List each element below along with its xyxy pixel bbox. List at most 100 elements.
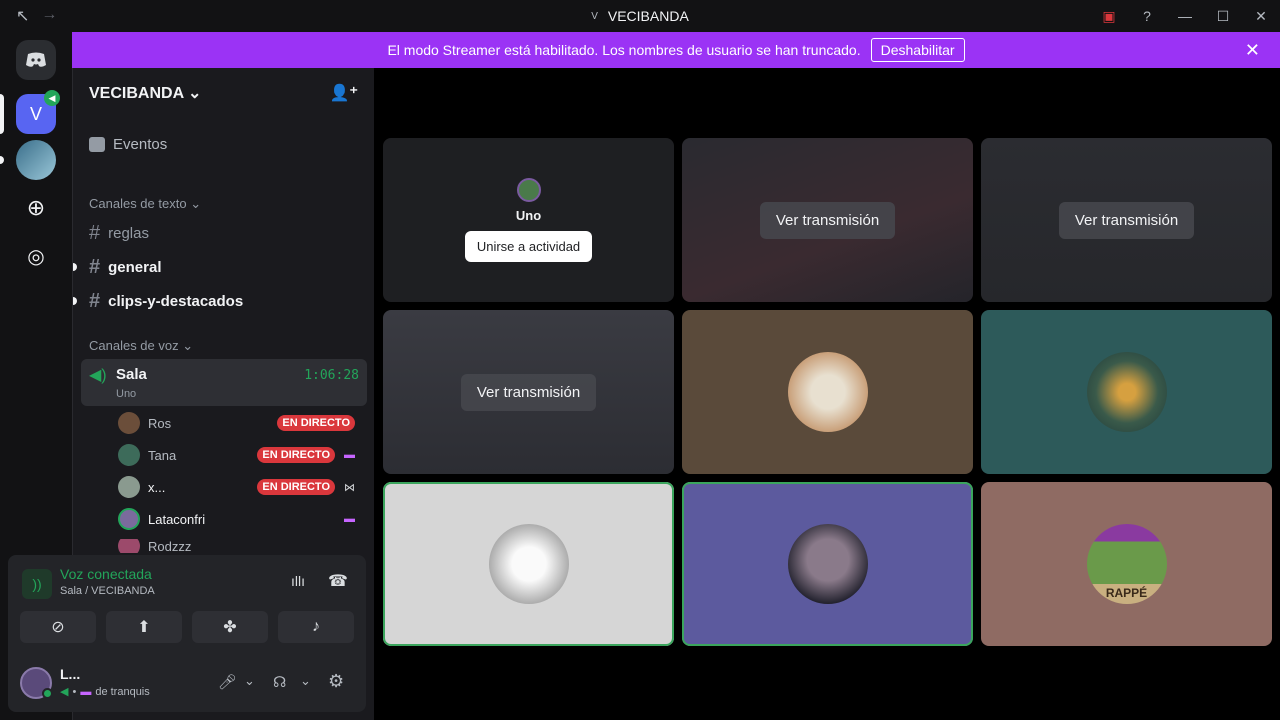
signal-icon: )): [22, 569, 52, 599]
voice-user-ros[interactable]: Ros EN DIRECTO: [118, 411, 363, 435]
noise-suppression-icon[interactable]: ıllı: [291, 573, 305, 589]
server-header[interactable]: VECIBANDA ⌄ 👤⁺: [73, 68, 374, 118]
text-category[interactable]: Canales de texto ⌄: [89, 196, 201, 212]
user-tile-speaking[interactable]: [682, 482, 973, 646]
voice-panel: )) Voz conectada Sala / VECIBANDA ıllı ☎…: [8, 555, 366, 712]
avatar: [118, 508, 140, 530]
muted-icon: ⋈: [344, 481, 355, 494]
discord-home-icon[interactable]: [16, 40, 56, 80]
activity-avatar: [516, 178, 541, 202]
stream-tile[interactable]: Ver transmisión: [383, 310, 674, 474]
voice-user-name: Lataconfri: [148, 511, 206, 527]
activity-tile[interactable]: Uno Unirse a actividad: [383, 138, 674, 302]
disconnect-icon[interactable]: ☎: [328, 571, 348, 591]
camera-off-button[interactable]: ⊘: [20, 611, 96, 643]
unread-indicator: [73, 263, 77, 271]
voice-timer: 1:06:28: [304, 368, 359, 383]
events-label: Eventos: [113, 136, 168, 153]
hash-icon: #: [89, 290, 101, 312]
inbox-icon[interactable]: ▣: [1090, 8, 1128, 25]
window-title-text: VECIBANDA: [607, 8, 689, 24]
voice-category-label: Canales de voz: [89, 338, 179, 353]
voice-category[interactable]: Canales de voz ⌄: [89, 338, 193, 354]
stream-tile[interactable]: Ver transmisión: [981, 138, 1272, 302]
join-activity-button[interactable]: Unirse a actividad: [464, 231, 593, 262]
voice-status[interactable]: Voz conectada: [60, 566, 152, 582]
voice-user-lataconfri[interactable]: Lataconfri ▬: [118, 507, 363, 531]
help-icon[interactable]: ?: [1128, 8, 1166, 24]
channel-label: general: [108, 259, 162, 276]
microphone-icon[interactable]: 🎤︎: [218, 673, 237, 691]
channel-clips[interactable]: # clips-y-destacados: [89, 290, 243, 313]
close-icon[interactable]: ✕: [1242, 8, 1280, 25]
avatar: [118, 444, 140, 466]
voice-speaker-icon: ◀: [44, 90, 60, 106]
user-tile[interactable]: [682, 310, 973, 474]
channel-label: reglas: [108, 225, 149, 242]
server-dragon[interactable]: [16, 140, 56, 180]
soundboard-button[interactable]: ♪: [278, 611, 354, 643]
activities-button[interactable]: ✤: [192, 611, 268, 643]
invite-user-icon[interactable]: 👤⁺: [330, 83, 358, 103]
avatar: [118, 412, 140, 434]
channel-label: clips-y-destacados: [108, 293, 244, 310]
server-name: VECIBANDA: [89, 85, 184, 102]
voice-channel-sala[interactable]: ◀) Sala Uno 1:06:28: [81, 359, 367, 406]
voice-channel-sub: Uno: [116, 388, 137, 400]
user-name[interactable]: L...: [60, 666, 80, 682]
screen-share-button[interactable]: ⬆: [106, 611, 182, 643]
headphones-icon[interactable]: ☊: [273, 673, 286, 691]
watch-stream-button[interactable]: Ver transmisión: [460, 373, 597, 411]
titlebar: ↖ → V VECIBANDA ▣ ? — ☐ ✕: [0, 0, 1280, 32]
avatar: [118, 539, 140, 553]
channel-general[interactable]: # general: [89, 256, 161, 279]
speaker-icon: ◀: [60, 686, 69, 698]
stream-tile[interactable]: Ver transmisión: [682, 138, 973, 302]
voice-channel-name: Sala: [116, 366, 147, 383]
user-tile[interactable]: RAPPÉ: [981, 482, 1272, 646]
add-server-icon[interactable]: ⊕: [16, 188, 56, 228]
activity-icon: ▬: [344, 449, 355, 461]
hash-icon: #: [89, 222, 101, 244]
window-controls: ▣ ? — ☐ ✕: [1090, 0, 1280, 32]
maximize-icon[interactable]: ☐: [1204, 8, 1242, 25]
watch-stream-button[interactable]: Ver transmisión: [759, 201, 896, 239]
events-item[interactable]: Eventos: [89, 136, 167, 153]
server-badge: V: [591, 10, 598, 22]
close-icon[interactable]: ✕: [1245, 40, 1260, 61]
voice-user-tana[interactable]: Tana EN DIRECTO ▬: [118, 443, 363, 467]
unread-indicator: [73, 297, 77, 305]
settings-gear-icon[interactable]: ⚙: [328, 671, 344, 692]
minimize-icon[interactable]: —: [1166, 8, 1204, 24]
voice-stage: Uno Unirse a actividad Ver transmisión V…: [374, 68, 1280, 720]
user-status-line: ◀ • ▬ de tranquis: [60, 685, 150, 699]
user-tile-speaking[interactable]: [383, 482, 674, 646]
window-title: V VECIBANDA: [0, 8, 1280, 24]
channel-reglas[interactable]: # reglas: [89, 222, 149, 245]
voice-user-name: Tana: [148, 447, 177, 463]
speaker-icon: ◀): [89, 367, 107, 384]
active-server-indicator: [0, 94, 4, 134]
voice-user-x[interactable]: x... EN DIRECTO ⋈: [118, 475, 363, 499]
watch-stream-button[interactable]: Ver transmisión: [1058, 201, 1195, 239]
activity-icon: ▬: [80, 685, 92, 698]
voice-user-name: x...: [148, 479, 166, 495]
user-tile[interactable]: [981, 310, 1272, 474]
chevron-down-icon[interactable]: ⌄: [300, 673, 311, 689]
screen-share-icon: ⬆: [137, 619, 151, 636]
disable-streamer-button[interactable]: Deshabilitar: [870, 38, 965, 62]
voice-user-name: Ros: [148, 415, 172, 431]
hash-icon: #: [89, 256, 101, 278]
explore-icon[interactable]: ◎: [16, 236, 56, 276]
server-vecibanda[interactable]: V ◀: [16, 90, 60, 134]
chevron-down-icon[interactable]: ⌄: [244, 673, 255, 689]
avatar: [118, 476, 140, 498]
soundboard-icon: ♪: [312, 618, 320, 635]
live-badge: EN DIRECTO: [257, 479, 335, 495]
voice-user-rodzzz[interactable]: Rodzzz: [118, 539, 363, 553]
avatar-logo-text: RAPPÉ: [1105, 586, 1148, 600]
user-avatar: [787, 524, 868, 604]
voice-location[interactable]: Sala / VECIBANDA: [60, 585, 155, 597]
banner-message: El modo Streamer está habilitado. Los no…: [387, 42, 861, 58]
live-badge: EN DIRECTO: [277, 415, 355, 431]
